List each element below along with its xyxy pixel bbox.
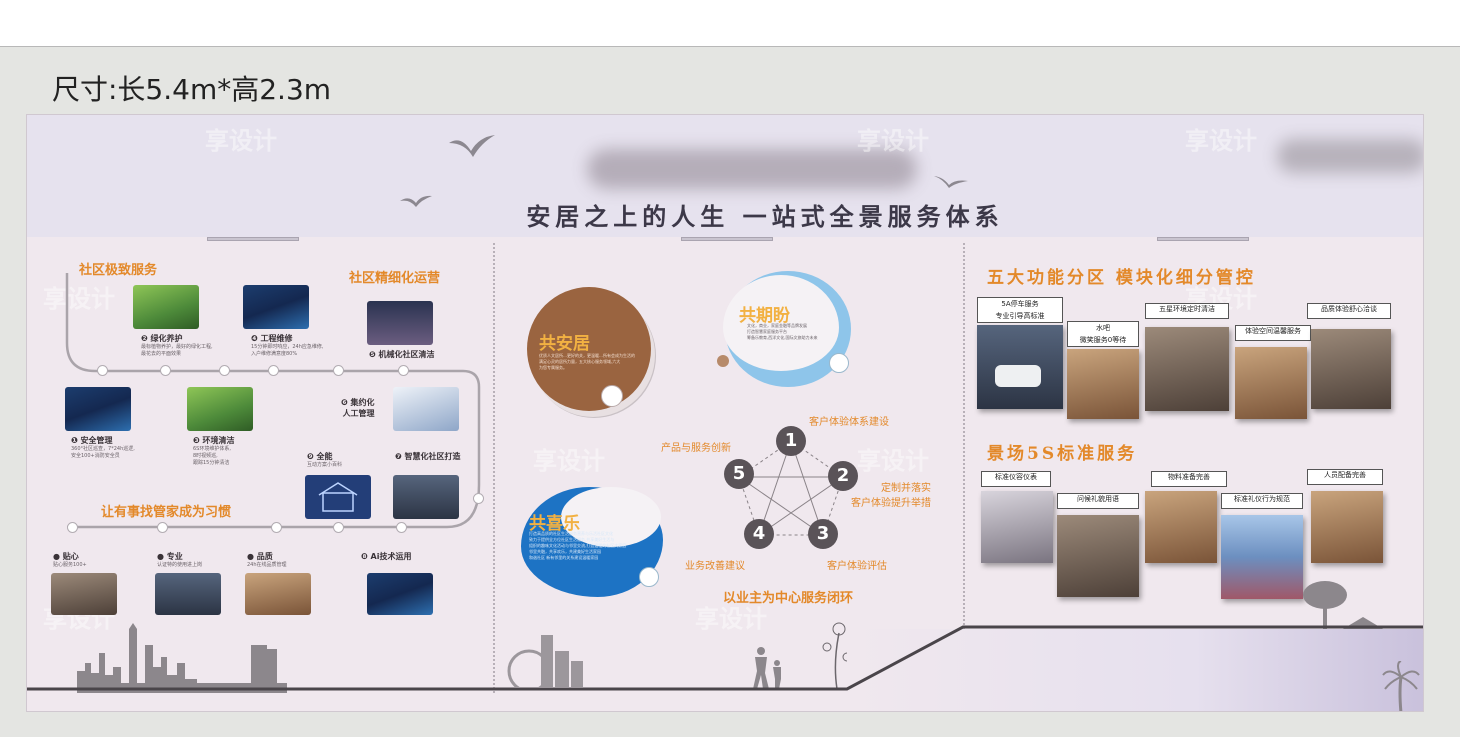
ground-line bbox=[27, 625, 1423, 691]
display-board: 安居之上的人生 一站式全景服务体系 享设计 享设计 享设计 享设计 享设计 享设… bbox=[26, 114, 1424, 712]
size-label: 尺寸:长5.4m*高2.3m bbox=[52, 73, 332, 106]
